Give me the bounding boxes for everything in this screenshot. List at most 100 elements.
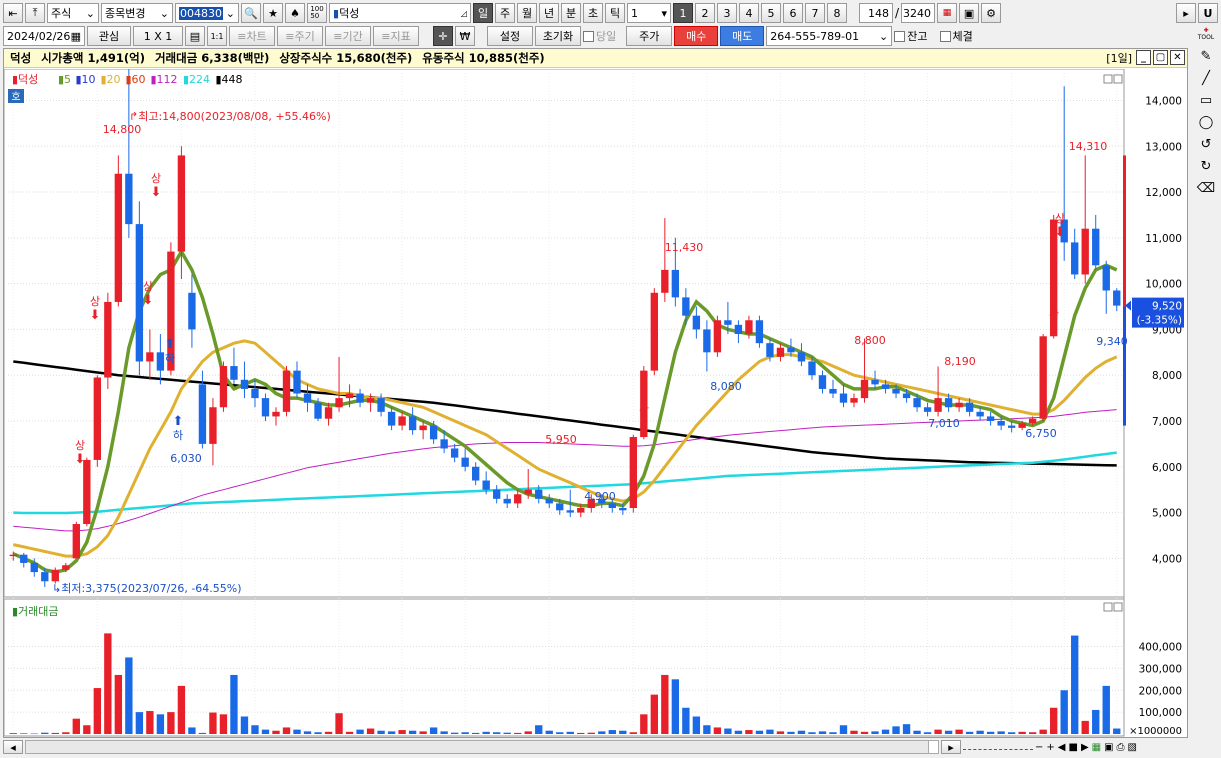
- chart-menu[interactable]: ≡차트: [229, 26, 275, 46]
- change-select[interactable]: 종목변경 ⌄: [101, 3, 173, 23]
- search-icon[interactable]: 🔍: [241, 3, 261, 23]
- candle: [608, 503, 616, 508]
- reset-button[interactable]: 초기화: [535, 26, 581, 46]
- period-day[interactable]: 일: [473, 3, 493, 23]
- star-icon[interactable]: ★: [263, 3, 283, 23]
- eraser-icon[interactable]: ⌫: [1194, 178, 1218, 198]
- rectangle-icon[interactable]: ▭: [1194, 90, 1218, 110]
- period-week[interactable]: 주: [495, 3, 515, 23]
- u-button[interactable]: U: [1198, 3, 1218, 23]
- setting-button[interactable]: 설정: [487, 26, 533, 46]
- period-second[interactable]: 초: [583, 3, 603, 23]
- volume-bar: [324, 731, 333, 734]
- down-arrow-marker: ⬇: [151, 185, 162, 200]
- price-button[interactable]: 주가: [626, 26, 673, 46]
- page-7[interactable]: 7: [805, 3, 825, 23]
- page-8[interactable]: 8: [827, 3, 847, 23]
- account-select[interactable]: 264-555-789-01 ⌄: [766, 26, 893, 46]
- count-input[interactable]: 148: [859, 3, 893, 23]
- code-input[interactable]: 004830 ⌄: [175, 3, 239, 23]
- minimize-icon[interactable]: _: [1136, 50, 1151, 65]
- fav-button[interactable]: 관심: [87, 26, 131, 46]
- page-3[interactable]: 3: [717, 3, 737, 23]
- save-icon[interactable]: ▣: [1104, 742, 1113, 753]
- date-input[interactable]: 2024/02/26 ▦: [3, 26, 85, 46]
- maximize-icon[interactable]: ▢: [1153, 50, 1168, 65]
- stock-name-field[interactable]: ▮덕성 ◿: [329, 3, 471, 23]
- volume-bar: [913, 730, 921, 734]
- zoom-slider[interactable]: [963, 744, 1033, 750]
- save-icon[interactable]: ▣: [959, 3, 980, 23]
- gear-icon[interactable]: ⚙: [981, 3, 1002, 23]
- zoom-in-icon[interactable]: +: [1046, 742, 1054, 753]
- period-num-select[interactable]: 1 ▾: [627, 3, 671, 23]
- line-icon[interactable]: ╱: [1194, 68, 1218, 88]
- today-checkbox[interactable]: 당일: [583, 28, 616, 44]
- candle: [724, 320, 732, 325]
- volume-bar: [808, 732, 816, 734]
- print-icon[interactable]: ⎙: [1117, 742, 1125, 753]
- page-2[interactable]: 2: [695, 3, 715, 23]
- chart-svg[interactable]: 14,00013,00012,00011,00010,0009,0008,000…: [4, 69, 1187, 737]
- layout-button[interactable]: 1 X 1: [133, 26, 183, 46]
- scroll-thumb[interactable]: [928, 741, 938, 753]
- candle: [965, 402, 974, 412]
- pencil-icon[interactable]: ✎: [1194, 46, 1218, 66]
- scroll-right-icon[interactable]: ▸: [941, 740, 961, 754]
- period-menu[interactable]: ≡주기: [277, 26, 323, 46]
- circle-icon[interactable]: ◯: [1194, 112, 1218, 132]
- indicator-menu[interactable]: ≡지표: [373, 26, 419, 46]
- won-button[interactable]: ₩: [455, 26, 475, 46]
- undo-icon[interactable]: ↺: [1194, 134, 1218, 154]
- image-icon[interactable]: ▧: [1128, 742, 1137, 753]
- page-4[interactable]: 4: [739, 3, 759, 23]
- candle: [619, 508, 627, 511]
- next-arrow-icon[interactable]: ▸: [1176, 3, 1196, 23]
- redo-icon[interactable]: ↻: [1194, 156, 1218, 176]
- period-tick[interactable]: 틱: [605, 3, 625, 23]
- range-menu[interactable]: ≡기간: [325, 26, 371, 46]
- volume-bar: [30, 733, 38, 735]
- grid-icon[interactable]: ▦: [937, 3, 958, 23]
- pin-icon[interactable]: ⇤: [3, 3, 23, 23]
- upper-limit-marker: 상: [151, 172, 161, 185]
- close-icon[interactable]: ✕: [1170, 50, 1185, 65]
- volume-bar: [335, 713, 343, 734]
- scroll-track[interactable]: [25, 740, 939, 754]
- table-icon[interactable]: ▤: [185, 26, 205, 46]
- balance-checkbox[interactable]: 잔고: [894, 28, 928, 44]
- prev-icon[interactable]: ◀: [1058, 742, 1066, 753]
- candle: [997, 421, 1005, 426]
- percent-icon[interactable]: 100 50: [307, 3, 327, 23]
- spade-icon[interactable]: ♠: [285, 3, 305, 23]
- y-tick-label: 13,000: [1145, 141, 1182, 153]
- ratio-button[interactable]: 1:1: [207, 26, 227, 46]
- volume-bar: [839, 725, 848, 734]
- buy-button[interactable]: 매수: [674, 26, 719, 46]
- period-year[interactable]: 년: [539, 3, 559, 23]
- candle: [556, 503, 564, 511]
- crosshair-icon[interactable]: ✛: [433, 26, 453, 46]
- sell-button[interactable]: 매도: [720, 26, 765, 46]
- stop-icon[interactable]: ■: [1068, 742, 1077, 753]
- price-label: 8,190: [944, 355, 976, 368]
- zoom-out-icon[interactable]: −: [1035, 742, 1043, 753]
- play-icon[interactable]: ▶: [1081, 742, 1089, 753]
- page-6[interactable]: 6: [783, 3, 803, 23]
- volume-bar: [724, 728, 732, 734]
- excel-icon[interactable]: ▦: [1092, 742, 1101, 753]
- candle: [566, 510, 574, 513]
- page-1[interactable]: 1: [673, 3, 693, 23]
- candle: [734, 324, 743, 334]
- period-tab[interactable]: [1일]: [1106, 50, 1132, 66]
- upload-icon[interactable]: ⤒: [25, 3, 45, 23]
- scroll-left-icon[interactable]: ◂: [3, 740, 23, 754]
- candle: [335, 398, 343, 408]
- page-5[interactable]: 5: [761, 3, 781, 23]
- tool-menu[interactable]: ✚ TOOL: [1194, 24, 1218, 44]
- period-month[interactable]: 월: [517, 3, 537, 23]
- market-select[interactable]: 주식 ⌄: [47, 3, 99, 23]
- fill-checkbox[interactable]: 체결: [939, 28, 973, 44]
- period-minute[interactable]: 분: [561, 3, 581, 23]
- legend-ma-112: ▮112: [151, 73, 178, 86]
